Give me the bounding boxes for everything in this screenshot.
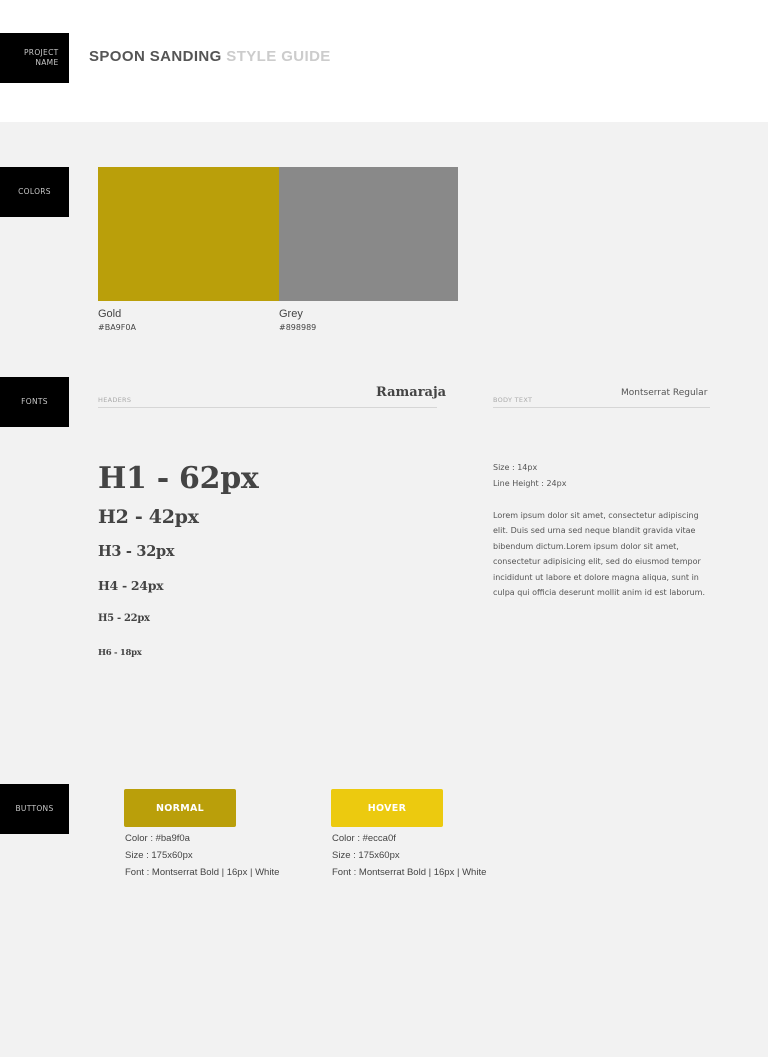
normal-button-font-spec: Font : Montserrat Bold | 16px | White xyxy=(125,867,280,878)
headers-caption: HEADERS xyxy=(98,396,132,404)
hover-button-size-spec: Size : 175x60px xyxy=(332,850,400,861)
body-text-sample: Lorem ipsum dolor sit amet, consectetur … xyxy=(493,511,705,598)
section-tag-buttons: BUTTONS xyxy=(0,784,69,834)
heading-sample-h1: H1 - 62px xyxy=(98,461,259,496)
body-size-spec: Size : 14px xyxy=(493,463,538,472)
project-name-tag: PROJECT NAME xyxy=(0,33,69,83)
color-name-gold: Gold xyxy=(98,308,122,320)
heading-sample-h5: H5 - 22px xyxy=(98,613,150,624)
normal-button-color-spec: Color : #ba9f0a xyxy=(125,833,190,844)
color-hex-gold: #BA9F0A xyxy=(98,323,136,332)
normal-button[interactable]: NORMAL xyxy=(124,789,236,827)
heading-sample-h2: H2 - 42px xyxy=(98,506,199,528)
page-title-main: SPOON SANDING xyxy=(89,48,222,65)
body-text-caption: BODY TEXT xyxy=(493,396,533,404)
hover-button[interactable]: HOVER xyxy=(331,789,443,827)
color-swatch-gold xyxy=(98,167,279,301)
page-title: SPOON SANDING STYLE GUIDE xyxy=(89,48,331,65)
page-title-sub: STYLE GUIDE xyxy=(226,48,331,65)
heading-sample-h3: H3 - 32px xyxy=(98,543,175,560)
section-tag-fonts: FONTS xyxy=(0,377,69,427)
color-swatch-grey xyxy=(279,167,458,301)
body-line-height-spec: Line Height : 24px xyxy=(493,479,567,488)
hover-button-font-spec: Font : Montserrat Bold | 16px | White xyxy=(332,867,487,878)
project-name-label: PROJECT NAME xyxy=(23,48,59,67)
heading-sample-h4: H4 - 24px xyxy=(98,578,164,593)
section-tag-colors: COLORS xyxy=(0,167,69,217)
hover-button-color-spec: Color : #ecca0f xyxy=(332,833,396,844)
headers-divider xyxy=(98,407,437,408)
color-name-grey: Grey xyxy=(279,308,303,320)
body-font-name: Montserrat Regular xyxy=(621,388,708,398)
color-hex-grey: #898989 xyxy=(279,323,317,332)
body-text-divider xyxy=(493,407,710,408)
headers-font-name: Ramaraja xyxy=(376,385,447,400)
heading-sample-h6: H6 - 18px xyxy=(98,648,142,658)
normal-button-size-spec: Size : 175x60px xyxy=(125,850,193,861)
